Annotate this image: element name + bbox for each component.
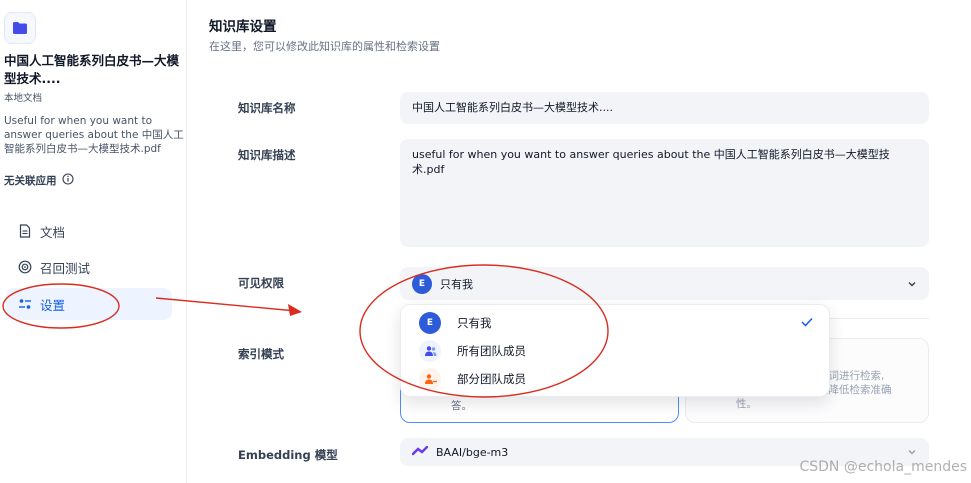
user-avatar: E bbox=[419, 312, 441, 334]
name-label: 知识库名称 bbox=[238, 101, 296, 115]
knowledge-base-type: 本地文档 bbox=[4, 93, 43, 104]
knowledge-base-description: Useful for when you want to answer queri… bbox=[4, 115, 184, 155]
watermark: CSDN @echola_mendes bbox=[799, 459, 967, 475]
page-subtitle: 在这里，您可以修改此知识库的属性和检索设置 bbox=[209, 40, 440, 53]
chevron-down-icon bbox=[907, 279, 917, 289]
permission-option-only-me[interactable]: E 只有我 bbox=[405, 309, 825, 337]
description-label: 知识库描述 bbox=[238, 148, 296, 162]
index-mode-label: 索引模式 bbox=[238, 347, 284, 361]
folder-icon bbox=[4, 12, 36, 44]
target-icon bbox=[18, 260, 32, 274]
no-linked-app-label: 无关联应用 bbox=[4, 175, 57, 187]
sidebar-item-documents[interactable]: 文档 bbox=[6, 215, 172, 247]
settings-sliders-icon bbox=[18, 297, 32, 311]
users-partial-icon bbox=[419, 368, 441, 390]
option-label: 所有团队成员 bbox=[457, 344, 526, 358]
permission-option-all-members[interactable]: 所有团队成员 bbox=[405, 337, 825, 365]
check-icon bbox=[801, 316, 813, 330]
permission-dropdown-menu: E 只有我 所有团队成员 部分团队成员 bbox=[400, 304, 830, 397]
document-icon bbox=[18, 224, 32, 238]
permission-option-some-members[interactable]: 部分团队成员 bbox=[405, 365, 825, 393]
user-avatar: E bbox=[412, 273, 432, 294]
permission-label: 可见权限 bbox=[238, 276, 284, 290]
info-icon[interactable] bbox=[61, 173, 74, 188]
card-text: 答。 bbox=[451, 400, 472, 412]
option-label: 只有我 bbox=[457, 316, 492, 330]
permission-select[interactable]: E 只有我 bbox=[400, 267, 929, 300]
embedding-label: Embedding 模型 bbox=[238, 448, 338, 462]
chevron-down-icon bbox=[907, 447, 917, 457]
sidebar: 中国人工智能系列白皮书—大模型技术.... 本地文档 Useful for wh… bbox=[0, 0, 187, 483]
card-text: 性。 bbox=[736, 398, 757, 410]
settings-panel: 知识库设置 在这里，您可以修改此知识库的属性和检索设置 知识库名称 中国人工智能… bbox=[188, 0, 971, 483]
sidebar-item-label: 召回测试 bbox=[40, 260, 91, 276]
description-textarea[interactable]: useful for when you want to answer queri… bbox=[400, 139, 929, 247]
users-icon bbox=[419, 340, 441, 362]
knowledge-base-title: 中国人工智能系列白皮书—大模型技术.... bbox=[4, 53, 180, 86]
sidebar-item-settings[interactable]: 设置 bbox=[6, 288, 172, 320]
option-label: 部分团队成员 bbox=[457, 372, 526, 386]
model-brand-icon bbox=[411, 445, 429, 459]
no-linked-app: 无关联应用 bbox=[4, 173, 74, 188]
embedding-model-value: BAAI/bge-m3 bbox=[436, 445, 509, 459]
sidebar-item-label: 设置 bbox=[40, 297, 66, 313]
sidebar-item-recall-test[interactable]: 召回测试 bbox=[6, 251, 172, 283]
permission-value: 只有我 bbox=[440, 277, 473, 291]
page-title: 知识库设置 bbox=[209, 19, 277, 35]
sidebar-item-label: 文档 bbox=[40, 224, 66, 240]
name-input[interactable]: 中国人工智能系列白皮书—大模型技术.... bbox=[400, 92, 929, 124]
